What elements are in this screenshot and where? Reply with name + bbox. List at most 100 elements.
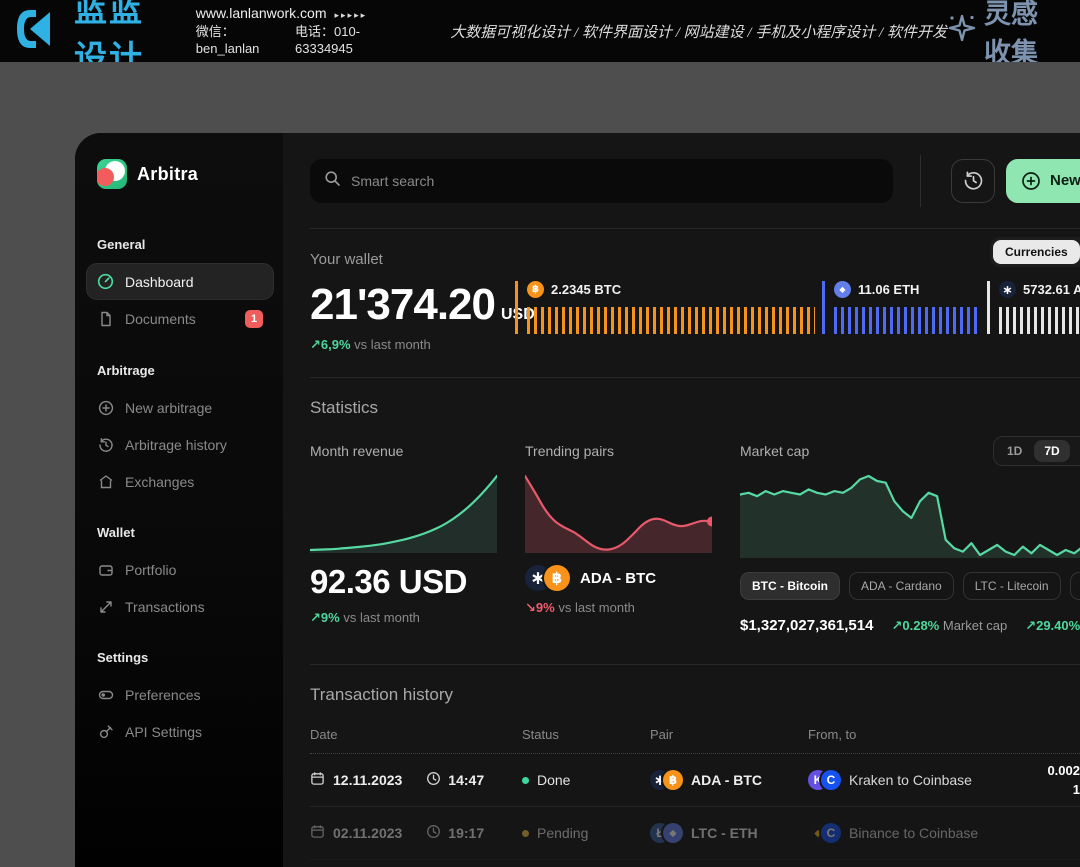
documents-badge: 1 — [245, 310, 263, 328]
plug-icon — [97, 723, 114, 740]
trending-delta: ↘9% vs last month — [525, 600, 740, 616]
tx-route: Kraken to Coinbase — [849, 772, 972, 788]
app-logo-row: Arbitra — [97, 159, 263, 189]
eth-ticks — [834, 307, 980, 334]
bank-icon — [97, 473, 114, 490]
eth-coin-icon — [663, 823, 683, 843]
coinbase-icon — [821, 823, 841, 843]
trending-pairs-label: Trending pairs — [525, 443, 740, 459]
table-row[interactable]: 12.11.2023 14:47 Done — [310, 754, 1080, 807]
tx-amount: 0.002 — [990, 761, 1080, 781]
pill-eth-ethereum[interactable]: ETH - Ethereum — [1070, 572, 1080, 600]
phone-label: 电话：010-63334945 — [295, 23, 392, 58]
arbitra-logo-icon — [97, 159, 127, 189]
wallet-allocation-bar: 2.2345 BTC 11.06 ETH — [515, 281, 1080, 334]
btc-coin-icon — [544, 565, 570, 591]
main-content: New arbitrage Your wallet 21'374.20USD ↗… — [283, 133, 1080, 867]
market-cap-card: Market cap 1D 7D 1M BTC - Bitcoin ADA - … — [740, 443, 1080, 634]
history-icon — [97, 436, 114, 453]
sidebar-item-arbitrage-history[interactable]: Arbitrage history — [87, 427, 273, 462]
calendar-icon — [310, 824, 325, 842]
toggle-icon — [97, 686, 114, 703]
market-cap-value: $1,327,027,361,514 — [740, 617, 873, 634]
new-arbitrage-button[interactable]: New arbitrage — [1006, 159, 1080, 203]
section-title-arbitrage: Arbitrage — [97, 363, 263, 378]
trending-pair: ADA - BTC — [525, 565, 740, 591]
tab-currencies[interactable]: Currencies — [993, 240, 1080, 264]
new-arbitrage-label: New arbitrage — [1050, 172, 1080, 189]
eth-segment[interactable]: 11.06 ETH — [822, 281, 980, 334]
month-revenue-delta: ↗9% vs last month — [310, 610, 525, 626]
sidebar-item-label: Transactions — [125, 599, 205, 615]
btc-segment[interactable]: 2.2345 BTC — [515, 281, 815, 334]
tx-route: Binance to Coinbase — [849, 825, 978, 841]
lanlan-logo-icon — [16, 8, 66, 55]
search-icon — [324, 170, 341, 192]
tx-status: Done — [537, 772, 570, 788]
section-title-general: General — [97, 237, 263, 252]
gauge-icon — [97, 273, 114, 290]
app-name: Arbitra — [137, 164, 198, 185]
sidebar-item-preferences[interactable]: Preferences — [87, 677, 273, 712]
month-revenue-label: Month revenue — [310, 443, 525, 459]
wallet-title: Your wallet — [310, 251, 1080, 268]
month-revenue-card: Month revenue 92.36 USD ↗9% vs last mont… — [310, 443, 525, 634]
range-1m[interactable]: 1M — [1072, 440, 1080, 462]
ada-coin-icon — [999, 281, 1016, 298]
coinbase-icon — [821, 770, 841, 790]
sidebar-item-dashboard[interactable]: Dashboard — [87, 264, 273, 299]
banner-url[interactable]: www.lanlanwork.com — [196, 5, 327, 21]
sidebar-item-new-arbitrage[interactable]: New arbitrage — [87, 390, 273, 425]
transaction-history-section: Transaction history Date Status Pair Fro… — [310, 665, 1080, 867]
market-cap-stats: $1,327,027,361,514 ↗0.28% Market cap ↗29… — [740, 617, 1080, 634]
sidebar-item-documents[interactable]: Documents 1 — [87, 301, 273, 337]
trending-pairs-card: Trending pairs ADA - BTC ↘9% vs last mon… — [525, 443, 740, 634]
sidebar-item-portfolio[interactable]: Portfolio — [87, 552, 273, 587]
pill-btc-bitcoin[interactable]: BTC - Bitcoin — [740, 572, 840, 600]
sidebar: Arbitra General Dashboard Documents 1 Ar… — [75, 133, 283, 867]
range-7d[interactable]: 7D — [1034, 440, 1069, 462]
clock-icon — [426, 824, 441, 842]
wallet-view-tabs: Currencies Exchanges — [990, 237, 1080, 267]
ada-segment[interactable]: 5732.61 ADA — [987, 281, 1080, 334]
wallet-delta: ↗6,9% vs last month — [310, 337, 1080, 353]
file-icon — [97, 311, 114, 328]
tx-time: 19:17 — [448, 825, 484, 841]
swap-arrows-icon — [97, 598, 114, 615]
month-revenue-chart — [310, 473, 497, 553]
col-status: Status — [522, 727, 650, 742]
eth-coin-icon — [834, 281, 851, 298]
promo-banner: 蓝蓝设计 www.lanlanwork.com▸▸▸▸▸ 微信：ben_lanl… — [0, 0, 1080, 62]
sidebar-item-label: API Settings — [125, 724, 202, 740]
table-row[interactable]: 29.10.2023 04:23 Done — [310, 860, 1080, 867]
table-row[interactable]: 02.11.2023 19:17 Pending — [310, 807, 1080, 860]
status-dot — [522, 830, 529, 837]
inspiration-collect[interactable]: 灵感收集 — [947, 0, 1064, 70]
sidebar-item-api-settings[interactable]: API Settings — [87, 714, 273, 749]
btc-amount: 2.2345 BTC — [551, 282, 621, 297]
tx-amount: 1 — [990, 780, 1080, 800]
status-dot — [522, 777, 529, 784]
table-header: Date Status Pair From, to — [310, 727, 1080, 754]
history-button[interactable] — [951, 159, 995, 203]
statistics-heading: Statistics — [310, 398, 1080, 418]
tx-pair: LTC - ETH — [691, 825, 758, 841]
wallet-section: Your wallet 21'374.20USD ↗6,9% vs last m… — [310, 229, 1080, 377]
sidebar-item-exchanges[interactable]: Exchanges — [87, 464, 273, 499]
sidebar-item-transactions[interactable]: Transactions — [87, 589, 273, 624]
eth-amount: 11.06 ETH — [858, 282, 919, 297]
transaction-history-heading: Transaction history — [310, 685, 1080, 705]
pill-ltc-litecoin[interactable]: LTC - Litecoin — [963, 572, 1061, 600]
pill-ada-cardano[interactable]: ADA - Cardano — [849, 572, 954, 600]
trending-pair-label: ADA - BTC — [580, 570, 656, 587]
pair-filter-pills: BTC - Bitcoin ADA - Cardano LTC - Liteco… — [740, 572, 1080, 600]
col-date: Date — [310, 727, 522, 742]
sidebar-item-label: Arbitrage history — [125, 437, 227, 453]
topbar-divider — [920, 155, 921, 207]
search-input[interactable] — [351, 173, 879, 189]
page-background: Arbitra General Dashboard Documents 1 Ar… — [0, 62, 1080, 867]
btc-coin-icon — [663, 770, 683, 790]
range-1d[interactable]: 1D — [997, 440, 1032, 462]
search-box[interactable] — [310, 159, 893, 203]
btc-ticks — [527, 307, 815, 334]
